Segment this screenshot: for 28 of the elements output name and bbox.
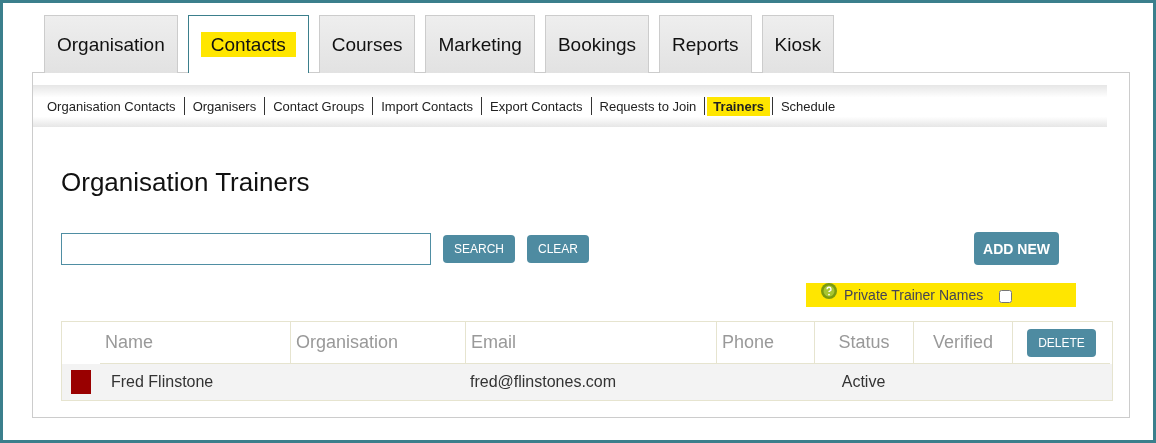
subnav-link[interactable]: Import Contacts bbox=[375, 96, 479, 116]
subnav-link[interactable]: Organisers bbox=[186, 96, 263, 116]
search-field[interactable] bbox=[61, 232, 431, 265]
subnav-link[interactable]: Export Contacts bbox=[484, 96, 589, 116]
help-icon[interactable] bbox=[820, 282, 838, 300]
table-cell: Active bbox=[841, 373, 886, 391]
add-new-button[interactable]: ADD NEW bbox=[974, 232, 1059, 265]
private-names-label: Private Trainer Names bbox=[844, 287, 984, 303]
private-names-checkbox[interactable] bbox=[999, 289, 1013, 303]
nav-tab[interactable]: Contacts bbox=[187, 15, 309, 73]
clear-button[interactable]: CLEAR bbox=[527, 234, 590, 263]
page-title: Organisation Trainers bbox=[61, 167, 311, 198]
subnav-link[interactable]: Contact Groups bbox=[267, 96, 371, 116]
delete-button[interactable]: DELETE bbox=[1027, 328, 1096, 357]
nav-tab[interactable]: Reports bbox=[659, 15, 752, 73]
nav-tab[interactable]: Kiosk bbox=[761, 15, 835, 73]
subnav-link[interactable]: Requests to Join bbox=[593, 96, 703, 116]
nav-tab[interactable]: Marketing bbox=[425, 15, 535, 73]
nav-tab[interactable]: Organisation bbox=[44, 15, 178, 73]
subnav-link[interactable]: Organisation Contacts bbox=[41, 96, 182, 116]
search-button[interactable]: SEARCH bbox=[443, 234, 515, 263]
nav-tab[interactable]: Bookings bbox=[544, 15, 650, 73]
table-cell: fred@flinstones.com bbox=[470, 373, 617, 391]
table-cell-text: Fred Flinstone bbox=[110, 373, 214, 391]
table-row[interactable]: Fred Flinstone fred@flinstones.com Active bbox=[62, 364, 1112, 400]
subnav-link[interactable]: Schedule bbox=[774, 96, 842, 116]
nav-tab[interactable]: Courses bbox=[318, 15, 416, 73]
subnav-link[interactable]: Trainers bbox=[707, 96, 770, 116]
